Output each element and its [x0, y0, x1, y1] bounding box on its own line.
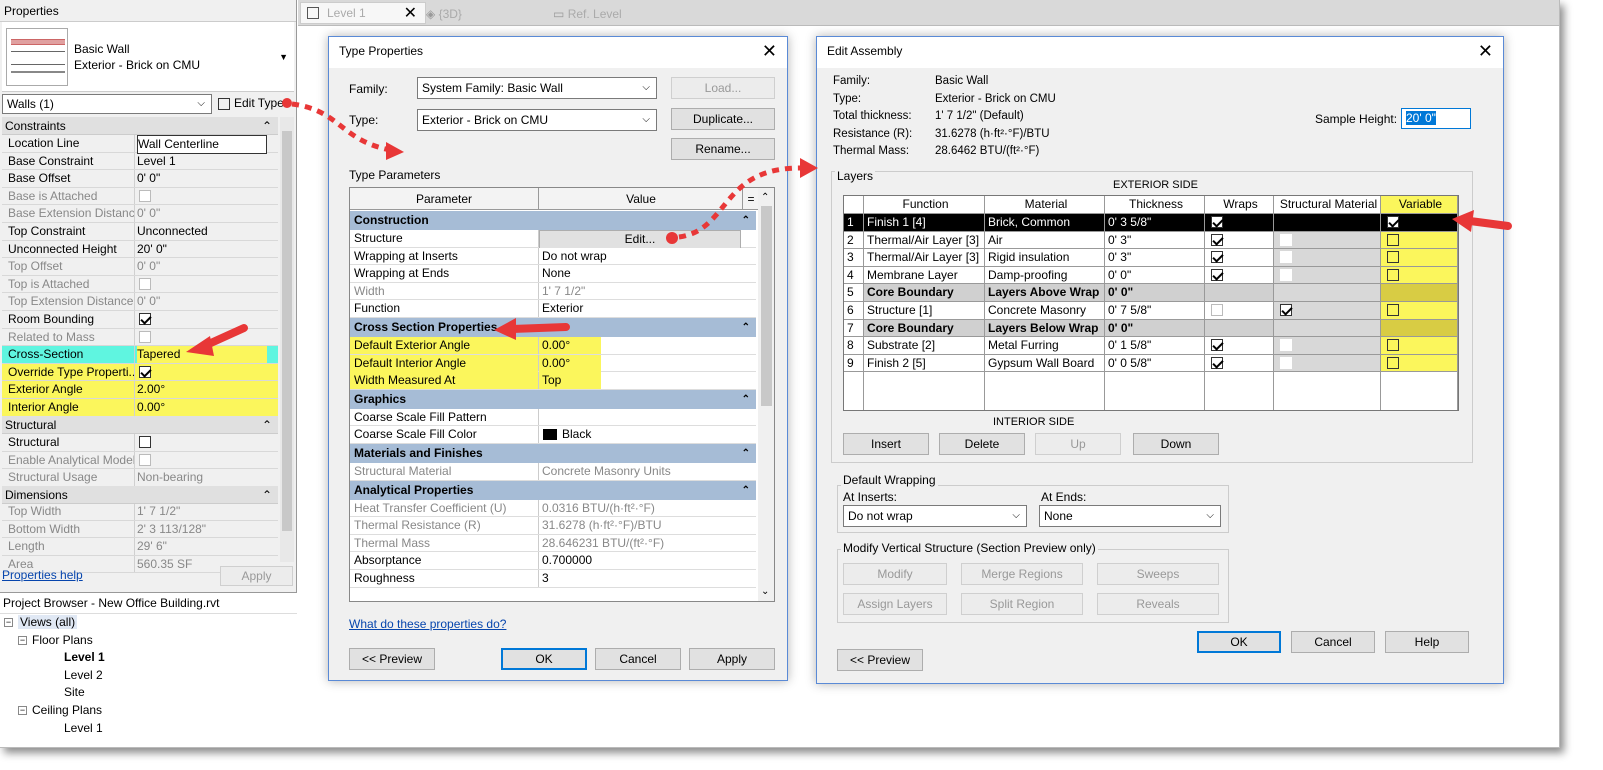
dotted-connector-edit-type-icon [282, 98, 404, 160]
dotted-connector-edit-button-icon [666, 158, 818, 244]
cross-section-arrow-icon [186, 324, 248, 356]
variable-column-arrow-icon [1452, 210, 1512, 232]
annotation-overlay [186, 98, 1512, 356]
screenshot-canvas: Properties Basic Wall Exterior - Brick o… [0, 0, 1560, 748]
cross-section-properties-arrow-icon [494, 318, 570, 340]
